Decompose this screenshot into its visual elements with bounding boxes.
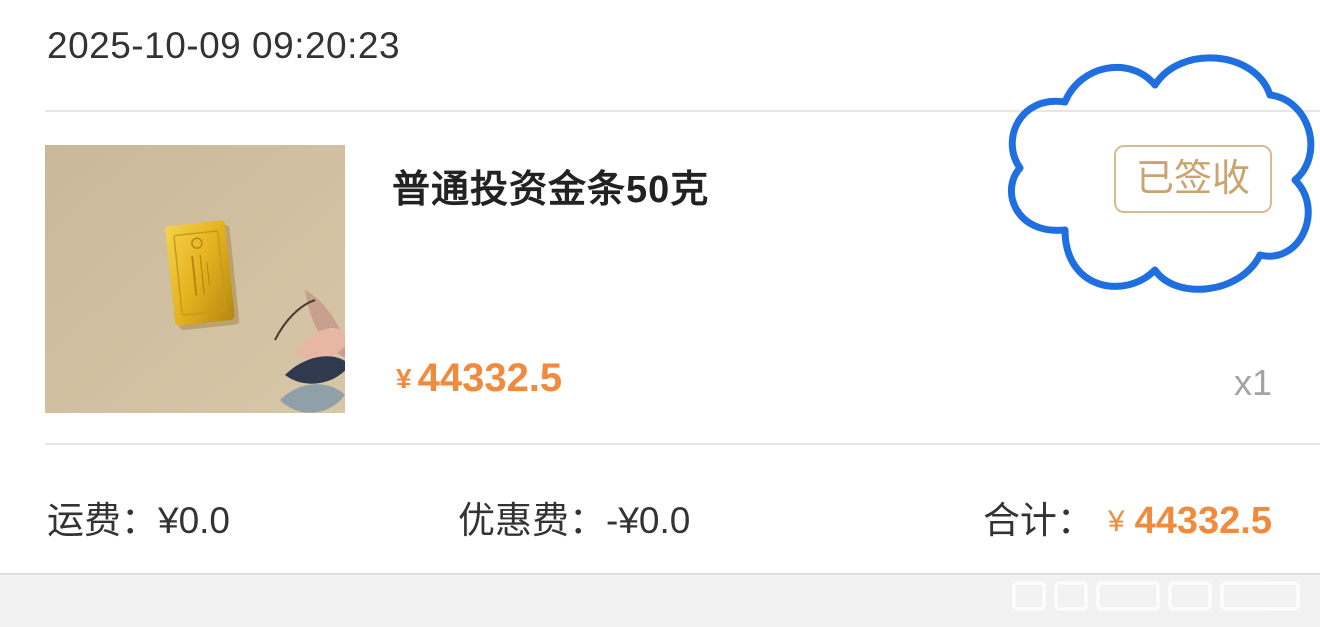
discount-value: -¥0.0 [606, 500, 691, 541]
shipping-label: 运费： [47, 500, 158, 541]
gold-bar-photo [45, 145, 345, 413]
shipping-value: ¥0.0 [158, 500, 231, 541]
watermark-icon [1012, 581, 1300, 611]
total-value: 44332.5 [1134, 500, 1272, 542]
divider [45, 443, 1320, 445]
total-label: 合计： [982, 500, 1094, 541]
status-badge: 已签收 [1114, 145, 1272, 213]
order-total: 合计： ¥44332.5 [983, 490, 1272, 544]
total-currency-symbol: ¥ [1107, 505, 1125, 538]
product-image[interactable] [45, 145, 345, 413]
product-price: ¥44332.5 [396, 356, 562, 401]
discount-fee: 优惠费：-¥0.0 [458, 490, 690, 544]
quantity: x1 [1233, 362, 1272, 403]
order-timestamp: 2025-10-09 09:20:23 [47, 25, 401, 66]
product-title[interactable]: 普通投资金条50克 [392, 158, 709, 213]
price-value: 44332.5 [417, 356, 563, 400]
shipping-fee: 运费：¥0.0 [47, 490, 230, 544]
discount-label: 优惠费： [458, 500, 606, 541]
currency-symbol: ¥ [396, 363, 412, 394]
